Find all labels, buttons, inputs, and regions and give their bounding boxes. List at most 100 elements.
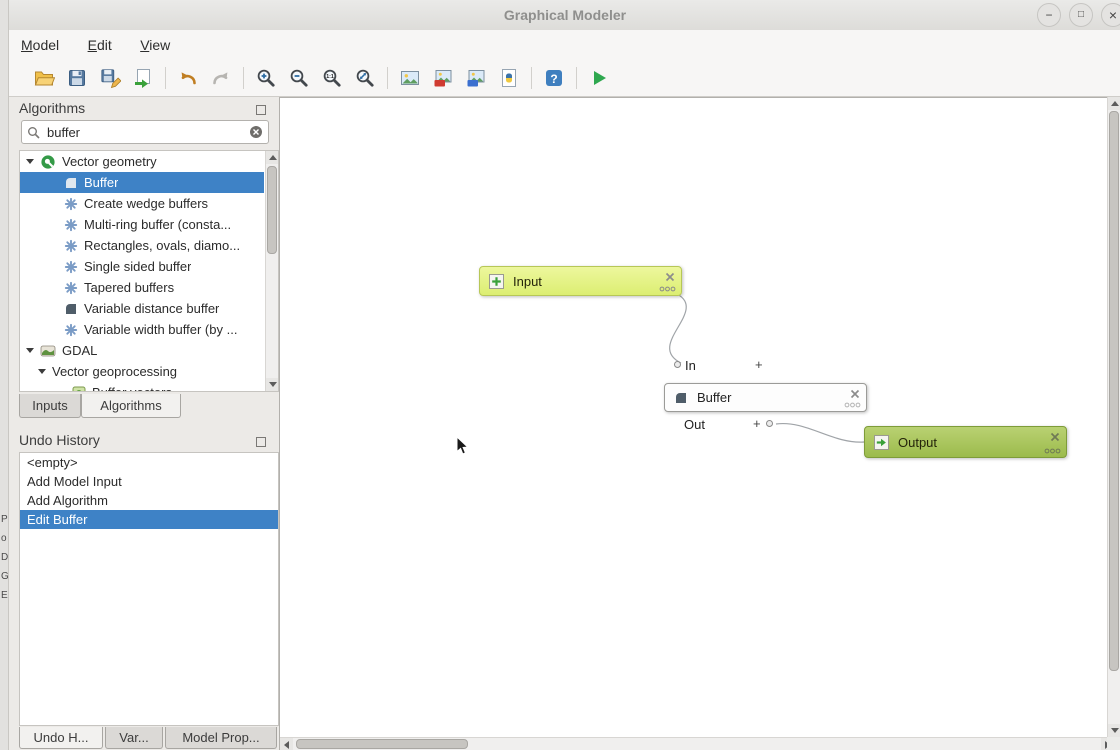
qgis-icon bbox=[40, 154, 56, 170]
scroll-left-button[interactable] bbox=[280, 738, 293, 750]
scroll-up-button[interactable] bbox=[1108, 97, 1120, 110]
delete-node-icon[interactable] bbox=[1050, 432, 1060, 442]
tree-group-gdal[interactable]: GDAL bbox=[20, 340, 264, 361]
undo-item-empty[interactable]: <empty> bbox=[20, 453, 278, 472]
toolbar-separator bbox=[576, 67, 577, 89]
tree-item-label: Vector geometry bbox=[62, 154, 157, 169]
minimize-icon: − bbox=[1045, 8, 1052, 22]
screen: P o D G E Graphical Modeler − □ × Model … bbox=[0, 0, 1120, 750]
minimize-button[interactable]: − bbox=[1037, 3, 1061, 27]
close-button[interactable]: × bbox=[1101, 3, 1120, 27]
redo-button[interactable] bbox=[206, 63, 236, 93]
canvas-hscrollbar[interactable] bbox=[280, 737, 1114, 750]
tree-item-rectangles-ovals[interactable]: Rectangles, ovals, diamo... bbox=[20, 235, 264, 256]
undo-item-edit-buffer[interactable]: Edit Buffer bbox=[20, 510, 278, 529]
tree-item-create-wedge-buffers[interactable]: Create wedge buffers bbox=[20, 193, 264, 214]
tree-item-variable-distance-buffer[interactable]: Variable distance buffer bbox=[20, 298, 264, 319]
tree-item-variable-width-buffer[interactable]: Variable width buffer (by ... bbox=[20, 319, 264, 340]
tab-model-properties[interactable]: Model Prop... bbox=[165, 727, 277, 749]
svg-text:?: ? bbox=[550, 72, 557, 86]
delete-node-icon[interactable] bbox=[665, 272, 675, 282]
tab-variables[interactable]: Var... bbox=[105, 727, 163, 749]
save-model-in-project-button[interactable] bbox=[128, 63, 158, 93]
tree-item-single-sided-buffer[interactable]: Single sided buffer bbox=[20, 256, 264, 277]
tab-inputs[interactable]: Inputs bbox=[19, 394, 81, 418]
add-input-icon bbox=[489, 274, 504, 289]
export-image-button[interactable] bbox=[395, 63, 425, 93]
search-input[interactable] bbox=[45, 124, 249, 141]
save-model-button[interactable] bbox=[62, 63, 92, 93]
zoom-actual-button[interactable]: 1:1 bbox=[317, 63, 347, 93]
export-python-icon bbox=[498, 67, 520, 89]
float-panel-icon[interactable] bbox=[256, 102, 266, 112]
clear-search-icon[interactable] bbox=[249, 125, 263, 139]
arrow-down-icon bbox=[1111, 728, 1119, 733]
save-model-as-button[interactable] bbox=[95, 63, 125, 93]
gdal-icon bbox=[40, 344, 56, 358]
tab-algorithms[interactable]: Algorithms bbox=[81, 394, 181, 418]
tree-item-buffer-vectors[interactable]: Buffer vectors bbox=[20, 382, 264, 392]
expand-outputs-button[interactable]: + bbox=[753, 418, 761, 430]
tree-item-tapered-buffers[interactable]: Tapered buffers bbox=[20, 277, 264, 298]
menu-edit[interactable]: Edit bbox=[76, 30, 124, 60]
export-pdf-button[interactable] bbox=[428, 63, 458, 93]
scrollbar-thumb[interactable] bbox=[296, 739, 468, 749]
delete-node-icon[interactable] bbox=[850, 389, 860, 399]
undo-history-list: <empty> Add Model Input Add Algorithm Ed… bbox=[19, 452, 279, 726]
canvas-vscrollbar[interactable] bbox=[1107, 97, 1120, 737]
menu-view[interactable]: View bbox=[128, 30, 182, 60]
undo-item-add-model-input[interactable]: Add Model Input bbox=[20, 472, 278, 491]
collapse-arrow-icon[interactable] bbox=[38, 369, 46, 374]
scrollbar-corner bbox=[1107, 737, 1120, 750]
run-icon bbox=[588, 67, 610, 89]
tab-undo-history[interactable]: Undo H... bbox=[19, 727, 103, 749]
output-socket[interactable] bbox=[766, 420, 773, 427]
scroll-down-button[interactable] bbox=[1108, 724, 1120, 737]
algorithms-panel-title: Algorithms bbox=[19, 100, 85, 116]
run-model-button[interactable] bbox=[584, 63, 614, 93]
arrow-up-icon bbox=[1111, 101, 1119, 106]
node-buffer-algorithm[interactable]: Buffer bbox=[664, 383, 867, 412]
input-socket[interactable] bbox=[674, 361, 681, 368]
maximize-button[interactable]: □ bbox=[1069, 3, 1093, 27]
scrollbar-thumb[interactable] bbox=[1109, 111, 1119, 671]
float-panel-icon[interactable] bbox=[256, 434, 266, 444]
scrollbar-thumb[interactable] bbox=[267, 166, 277, 254]
vector-geometry-icon bbox=[64, 281, 78, 295]
vector-geometry-icon bbox=[64, 197, 78, 211]
redo-icon bbox=[210, 67, 232, 89]
maximize-icon: □ bbox=[1078, 9, 1084, 20]
save-icon bbox=[66, 67, 88, 89]
algorithms-tree: Vector geometry Buffer Create wedge buff… bbox=[19, 150, 279, 392]
tree-item-label: Vector geoprocessing bbox=[52, 364, 177, 379]
strip-text-fragment: E bbox=[1, 590, 8, 601]
zoom-full-button[interactable] bbox=[350, 63, 380, 93]
tree-scrollbar[interactable] bbox=[265, 151, 278, 391]
help-button[interactable]: ? bbox=[539, 63, 569, 93]
menu-model[interactable]: Model bbox=[9, 30, 71, 60]
tree-item-multi-ring-buffer[interactable]: Multi-ring buffer (consta... bbox=[20, 214, 264, 235]
undo-history-panel-title: Undo History bbox=[19, 432, 100, 448]
collapse-arrow-icon[interactable] bbox=[26, 159, 34, 164]
strip-text-fragment: P bbox=[1, 514, 8, 525]
export-svg-button[interactable] bbox=[461, 63, 491, 93]
graphical-modeler-window: Graphical Modeler − □ × Model Edit View bbox=[8, 0, 1120, 750]
tree-subgroup-vector-geoprocessing[interactable]: Vector geoprocessing bbox=[20, 361, 264, 382]
node-model-input[interactable]: Input bbox=[479, 266, 682, 296]
undo-button[interactable] bbox=[173, 63, 203, 93]
tree-group-vector-geometry[interactable]: Vector geometry bbox=[20, 151, 264, 172]
open-model-button[interactable] bbox=[29, 63, 59, 93]
collapse-arrow-icon[interactable] bbox=[26, 348, 34, 353]
export-python-button[interactable] bbox=[494, 63, 524, 93]
scroll-down-button[interactable] bbox=[266, 378, 279, 391]
expand-inputs-button[interactable]: + bbox=[755, 359, 763, 371]
scroll-up-button[interactable] bbox=[266, 151, 279, 164]
undo-item-add-algorithm[interactable]: Add Algorithm bbox=[20, 491, 278, 510]
zoom-out-button[interactable] bbox=[284, 63, 314, 93]
zoom-in-button[interactable] bbox=[251, 63, 281, 93]
tree-item-buffer[interactable]: Buffer bbox=[20, 172, 264, 193]
node-model-output[interactable]: Output bbox=[864, 426, 1067, 458]
toolbar-separator bbox=[531, 67, 532, 89]
buffer-algorithm-icon bbox=[674, 391, 688, 405]
titlebar[interactable]: Graphical Modeler − □ × bbox=[9, 0, 1120, 31]
